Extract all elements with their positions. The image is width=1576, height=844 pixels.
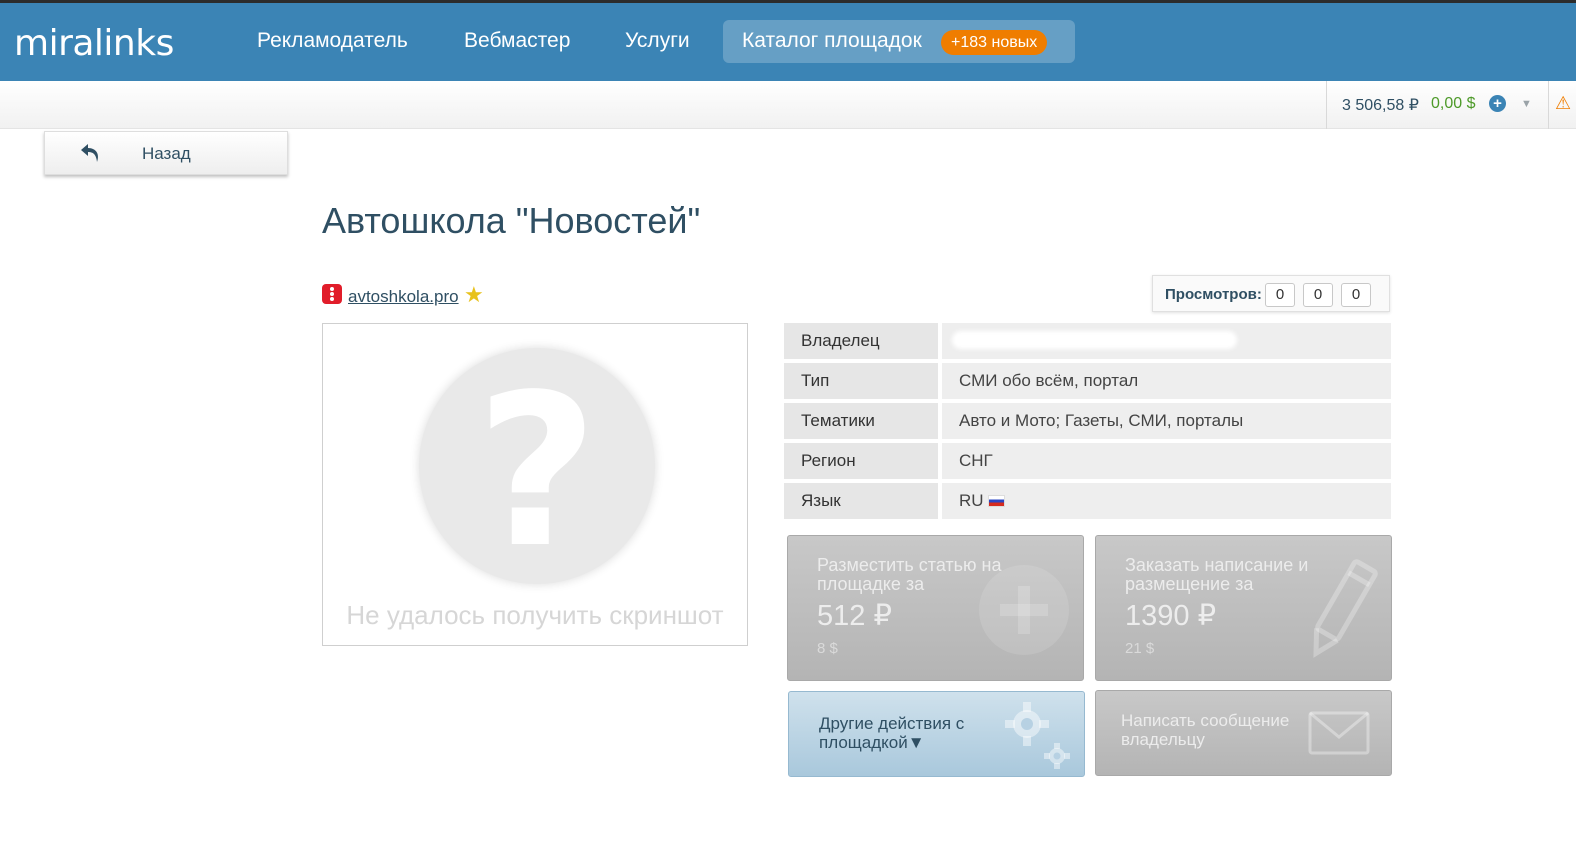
info-value: Авто и Мото; Газеты, СМИ, порталы	[942, 403, 1391, 439]
chevron-down-icon[interactable]: ▼	[1521, 98, 1532, 110]
question-mark-icon: ?	[419, 348, 655, 590]
owner-value[interactable]	[942, 323, 1391, 359]
divider	[1548, 81, 1549, 129]
miralinks-logo[interactable]: miralinks	[14, 23, 174, 64]
info-row-region: Регион СНГ	[784, 443, 1391, 479]
info-key: Тематики	[784, 403, 938, 439]
nav-catalog[interactable]: Каталог площадок +183 новых	[723, 20, 1075, 63]
warning-icon[interactable]: ⚠	[1555, 93, 1571, 114]
other-actions-button[interactable]: Другие действия с площадкой▼	[788, 691, 1085, 777]
screenshot-error-text: Не удалось получить скриншот	[346, 600, 724, 630]
page-title: Автошкола "Новостей"	[322, 200, 701, 241]
order-writing-price: 1390 ₽	[1125, 600, 1217, 632]
info-key: Регион	[784, 443, 938, 479]
undo-arrow-icon	[81, 144, 98, 162]
message-owner-label: Написать сообщение владельцу	[1121, 711, 1290, 749]
info-value: СМИ обо всём, портал	[942, 363, 1391, 399]
add-funds-icon[interactable]: +	[1489, 95, 1506, 112]
info-key: Владелец	[784, 323, 938, 359]
message-owner-button[interactable]: Написать сообщение владельцу	[1095, 690, 1392, 776]
site-domain-link[interactable]: avtoshkola.pro	[348, 287, 459, 307]
nav-catalog-label: Каталог площадок	[742, 29, 922, 52]
place-article-price: 512 ₽	[817, 600, 892, 632]
envelope-icon	[1308, 711, 1370, 755]
nav-services[interactable]: Услуги	[625, 29, 690, 53]
russia-flag-icon	[987, 495, 1005, 507]
site-screenshot: ? Не удалось получить скриншот	[322, 323, 748, 646]
order-writing-usd: 21 $	[1125, 640, 1155, 657]
views-counter: Просмотров: 0 0 0	[1152, 275, 1390, 312]
nav-webmaster[interactable]: Вебмастер	[464, 29, 570, 53]
info-key: Тип	[784, 363, 938, 399]
nav-advertiser[interactable]: Рекламодатель	[257, 29, 408, 53]
site-favicon	[322, 284, 342, 304]
info-row-type: Тип СМИ обо всём, портал	[784, 363, 1391, 399]
order-writing-button[interactable]: Заказать написание и размещение за 1390 …	[1095, 535, 1392, 681]
place-article-title: Разместить статью на площадке за	[817, 555, 1002, 594]
info-row-language: Язык RU	[784, 483, 1391, 519]
back-button[interactable]: Назад	[44, 131, 288, 175]
views-label: Просмотров:	[1165, 286, 1262, 303]
other-actions-label: Другие действия с площадкой▼	[819, 714, 965, 752]
place-article-button[interactable]: Разместить статью на площадке за 512 ₽ 8…	[787, 535, 1084, 681]
views-count-2: 0	[1303, 283, 1333, 307]
sub-toolbar: 3 506,58 ₽ 0,00 $ + ▼ ⚠	[0, 81, 1576, 129]
balance-usd: 0,00 $	[1431, 95, 1476, 112]
views-count-3: 0	[1341, 283, 1371, 307]
back-button-label: Назад	[142, 144, 191, 163]
views-count-1: 0	[1265, 283, 1295, 307]
info-row-owner: Владелец	[784, 323, 1391, 359]
info-value: СНГ	[942, 443, 1391, 479]
star-icon[interactable]: ★	[464, 282, 484, 308]
top-navbar: miralinks Рекламодатель Вебмастер Услуги…	[0, 0, 1576, 81]
language-code: RU	[959, 491, 984, 510]
info-value: RU	[942, 483, 1391, 519]
info-row-topics: Тематики Авто и Мото; Газеты, СМИ, порта…	[784, 403, 1391, 439]
site-info-table: Владелец Тип СМИ обо всём, портал Темати…	[784, 323, 1391, 523]
new-sites-badge: +183 новых	[941, 30, 1048, 55]
gears-icon	[1005, 702, 1070, 769]
place-article-usd: 8 $	[817, 640, 838, 657]
info-key: Язык	[784, 483, 938, 519]
balance-widget: 3 506,58 ₽ 0,00 $ + ▼ ⚠	[1326, 81, 1576, 129]
order-writing-title: Заказать написание и размещение за	[1125, 555, 1309, 594]
redacted-owner	[952, 331, 1237, 349]
balance-rub: 3 506,58 ₽	[1342, 97, 1419, 114]
